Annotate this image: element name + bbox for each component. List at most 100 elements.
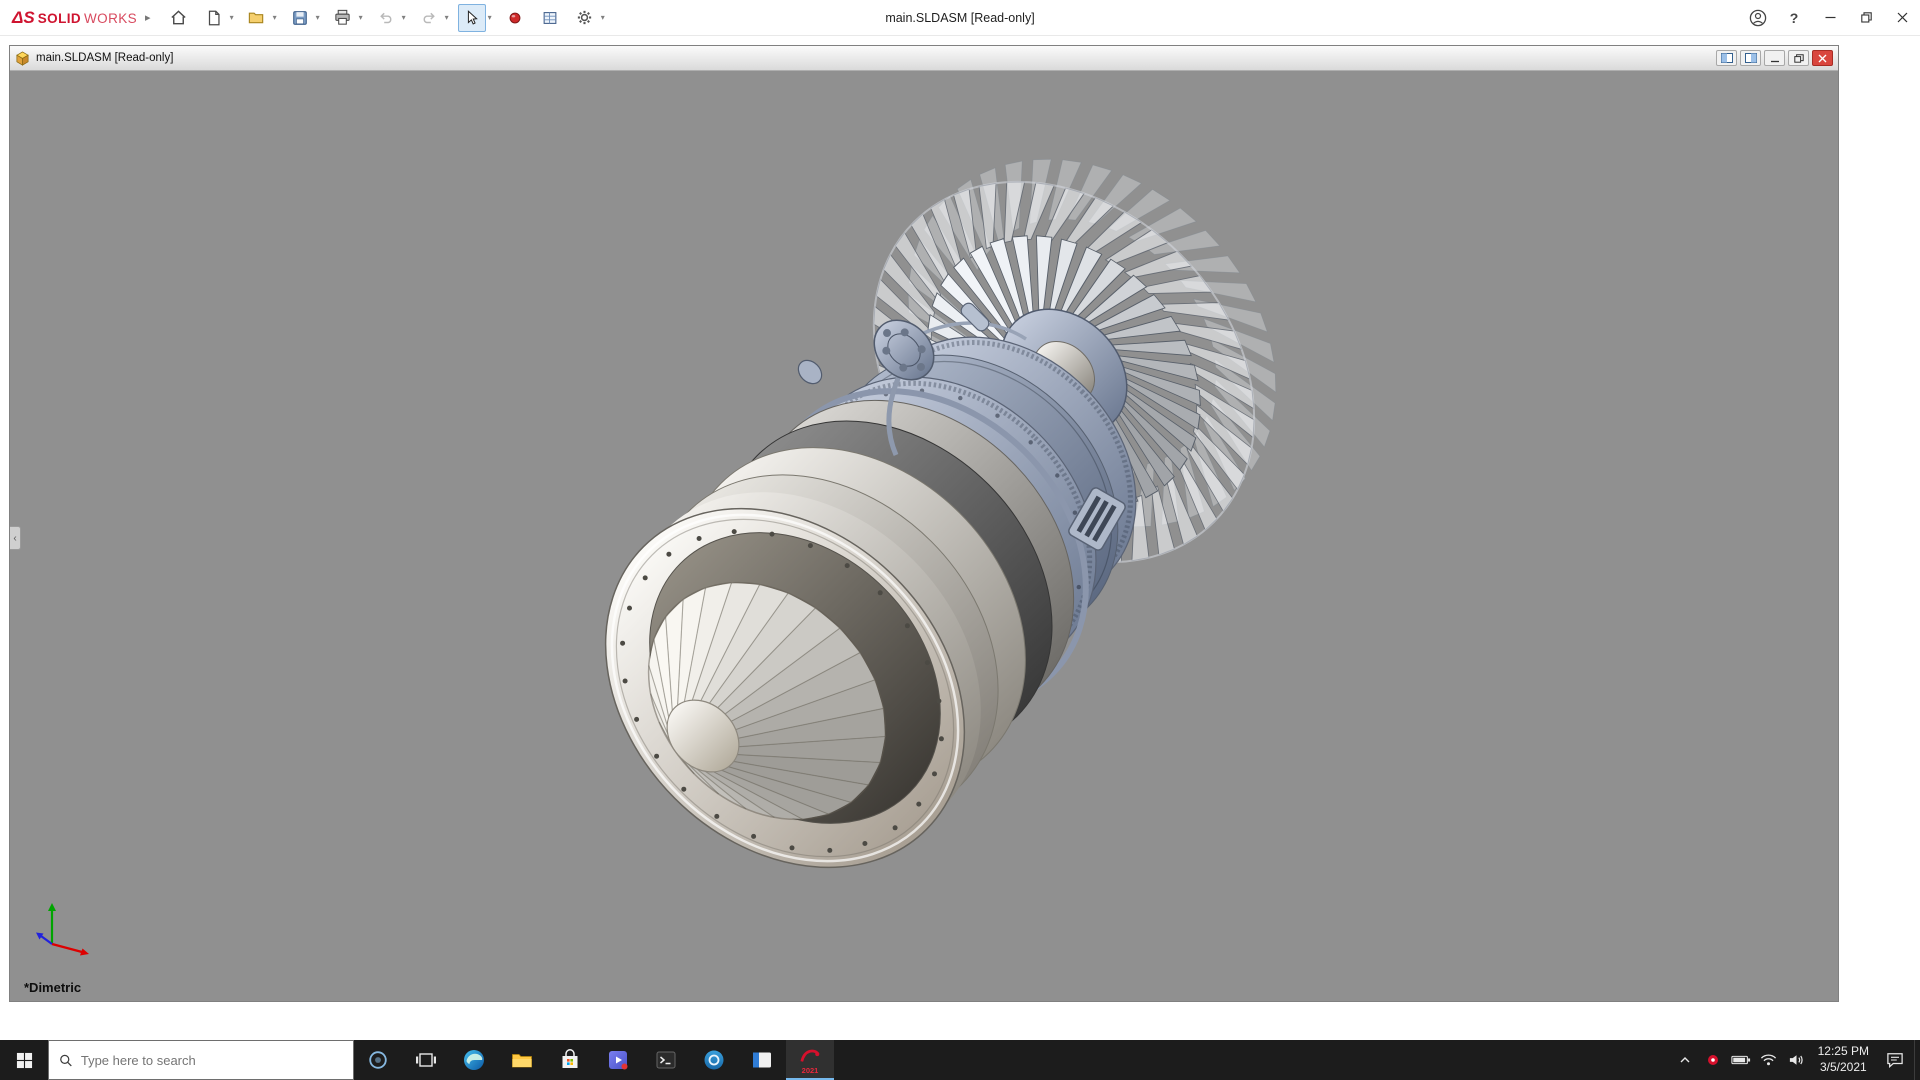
redo-icon bbox=[420, 9, 438, 27]
pinned-app-button-2[interactable] bbox=[690, 1040, 738, 1080]
doc-close-icon bbox=[1818, 54, 1827, 63]
command-prompt-button[interactable] bbox=[642, 1040, 690, 1080]
battery-button[interactable] bbox=[1727, 1040, 1755, 1080]
start-button[interactable] bbox=[0, 1040, 48, 1080]
undo-dropdown-icon[interactable]: ▾ bbox=[400, 13, 408, 22]
windows-taskbar: 2021 12:25 PM 3/5/2021 bbox=[0, 1040, 1920, 1080]
windows-logo-icon bbox=[16, 1052, 33, 1069]
panel-collapse-tab[interactable]: ‹ bbox=[10, 526, 21, 550]
clock-time: 12:25 PM bbox=[1818, 1044, 1869, 1060]
volume-icon bbox=[1788, 1053, 1805, 1067]
command-prompt-icon bbox=[654, 1048, 678, 1072]
open-button[interactable] bbox=[243, 4, 271, 32]
pinned-app-icon bbox=[606, 1048, 630, 1072]
action-center-button[interactable] bbox=[1876, 1040, 1914, 1080]
view-orientation-label: *Dimetric bbox=[24, 980, 81, 995]
chevron-up-icon bbox=[1678, 1053, 1692, 1067]
network-button[interactable] bbox=[1755, 1040, 1783, 1080]
restore-icon bbox=[1861, 12, 1872, 23]
toolbar-expand-icon[interactable]: ▸ bbox=[145, 11, 151, 24]
doc-split-right-button[interactable] bbox=[1740, 50, 1761, 66]
table-tool-button[interactable] bbox=[536, 4, 564, 32]
doc-minimize-button[interactable] bbox=[1764, 50, 1785, 66]
pinned-app-button-1[interactable] bbox=[594, 1040, 642, 1080]
save-dropdown-icon[interactable]: ▾ bbox=[314, 13, 322, 22]
file-explorer-icon bbox=[510, 1048, 534, 1072]
new-document-dropdown-icon[interactable]: ▾ bbox=[228, 13, 236, 22]
help-icon: ? bbox=[1790, 10, 1799, 26]
system-tray: 12:25 PM 3/5/2021 bbox=[1671, 1040, 1920, 1080]
print-dropdown-icon[interactable]: ▾ bbox=[357, 13, 365, 22]
file-explorer-button[interactable] bbox=[498, 1040, 546, 1080]
save-icon bbox=[291, 9, 309, 27]
help-button[interactable]: ? bbox=[1776, 0, 1812, 36]
split-left-icon bbox=[1721, 53, 1733, 63]
3d-viewport[interactable]: ‹ *Dimetric bbox=[10, 71, 1838, 1001]
app-title: main.SLDASM [Read-only] bbox=[885, 11, 1034, 25]
cortana-button[interactable] bbox=[354, 1040, 402, 1080]
tray-expand-button[interactable] bbox=[1671, 1040, 1699, 1080]
document-title: main.SLDASM [Read-only] bbox=[36, 52, 173, 64]
select-dropdown-icon[interactable]: ▾ bbox=[486, 13, 494, 22]
orientation-triad[interactable] bbox=[34, 894, 98, 963]
show-desktop-button[interactable] bbox=[1914, 1040, 1920, 1080]
minimize-button[interactable] bbox=[1812, 0, 1848, 36]
account-icon bbox=[1748, 8, 1768, 28]
doc-restore-button[interactable] bbox=[1788, 50, 1809, 66]
edge-button[interactable] bbox=[450, 1040, 498, 1080]
open-folder-icon bbox=[247, 8, 266, 27]
new-document-button[interactable] bbox=[200, 4, 228, 32]
document-titlebar[interactable]: main.SLDASM [Read-only] bbox=[10, 46, 1838, 71]
doc-restore-icon bbox=[1794, 54, 1804, 63]
brand-strong: SOLID bbox=[38, 11, 81, 26]
gear-icon bbox=[575, 8, 594, 27]
home-button[interactable] bbox=[165, 4, 193, 32]
red-sphere-tool-button[interactable] bbox=[501, 4, 529, 32]
select-tool-button[interactable] bbox=[458, 4, 486, 32]
options-dropdown-icon[interactable]: ▾ bbox=[599, 13, 607, 22]
redo-dropdown-icon[interactable]: ▾ bbox=[443, 13, 451, 22]
taskbar-search[interactable] bbox=[48, 1040, 354, 1080]
pinned-app-window-icon bbox=[750, 1048, 774, 1072]
store-button[interactable] bbox=[546, 1040, 594, 1080]
solidworks-logo: ΔS SOLIDWORKS bbox=[0, 8, 143, 28]
close-button[interactable] bbox=[1884, 0, 1920, 36]
quick-access-toolbar: ▾ ▾ ▾ ▾ bbox=[165, 4, 614, 32]
print-button[interactable] bbox=[329, 4, 357, 32]
solidworks-taskbar-icon bbox=[799, 1046, 821, 1066]
battery-icon bbox=[1731, 1053, 1751, 1067]
undo-button[interactable] bbox=[372, 4, 400, 32]
search-input[interactable] bbox=[81, 1053, 343, 1068]
assembly-icon bbox=[15, 51, 30, 66]
solidworks-taskbar-button[interactable]: 2021 bbox=[786, 1040, 834, 1080]
wifi-icon bbox=[1760, 1053, 1777, 1067]
cortana-icon bbox=[367, 1049, 389, 1071]
window-controls: ? bbox=[1740, 0, 1920, 36]
redo-button[interactable] bbox=[415, 4, 443, 32]
tray-app-icon bbox=[1706, 1053, 1720, 1067]
tray-app-button[interactable] bbox=[1699, 1040, 1727, 1080]
minimize-icon bbox=[1825, 12, 1836, 23]
brand-light: WORKS bbox=[84, 11, 137, 26]
open-dropdown-icon[interactable]: ▾ bbox=[271, 13, 279, 22]
save-button[interactable] bbox=[286, 4, 314, 32]
volume-button[interactable] bbox=[1783, 1040, 1811, 1080]
triad-z-axis bbox=[41, 936, 52, 944]
taskbar-clock[interactable]: 12:25 PM 3/5/2021 bbox=[1811, 1044, 1876, 1075]
doc-split-left-button[interactable] bbox=[1716, 50, 1737, 66]
options-button[interactable] bbox=[571, 4, 599, 32]
print-icon bbox=[333, 8, 352, 27]
table-icon bbox=[541, 9, 559, 27]
doc-close-button[interactable] bbox=[1812, 50, 1833, 66]
client-area: main.SLDASM [Read-only] bbox=[0, 36, 1920, 1040]
action-center-icon bbox=[1886, 1052, 1904, 1068]
brand-mark: ΔS bbox=[12, 8, 35, 28]
restore-button[interactable] bbox=[1848, 0, 1884, 36]
pinned-app-button-3[interactable] bbox=[738, 1040, 786, 1080]
clock-date: 3/5/2021 bbox=[1818, 1060, 1869, 1076]
account-button[interactable] bbox=[1740, 0, 1776, 36]
solidworks-version-badge: 2021 bbox=[802, 1067, 819, 1075]
task-view-button[interactable] bbox=[402, 1040, 450, 1080]
doc-minimize-icon bbox=[1770, 54, 1780, 63]
pinned-app-circle-icon bbox=[702, 1048, 726, 1072]
